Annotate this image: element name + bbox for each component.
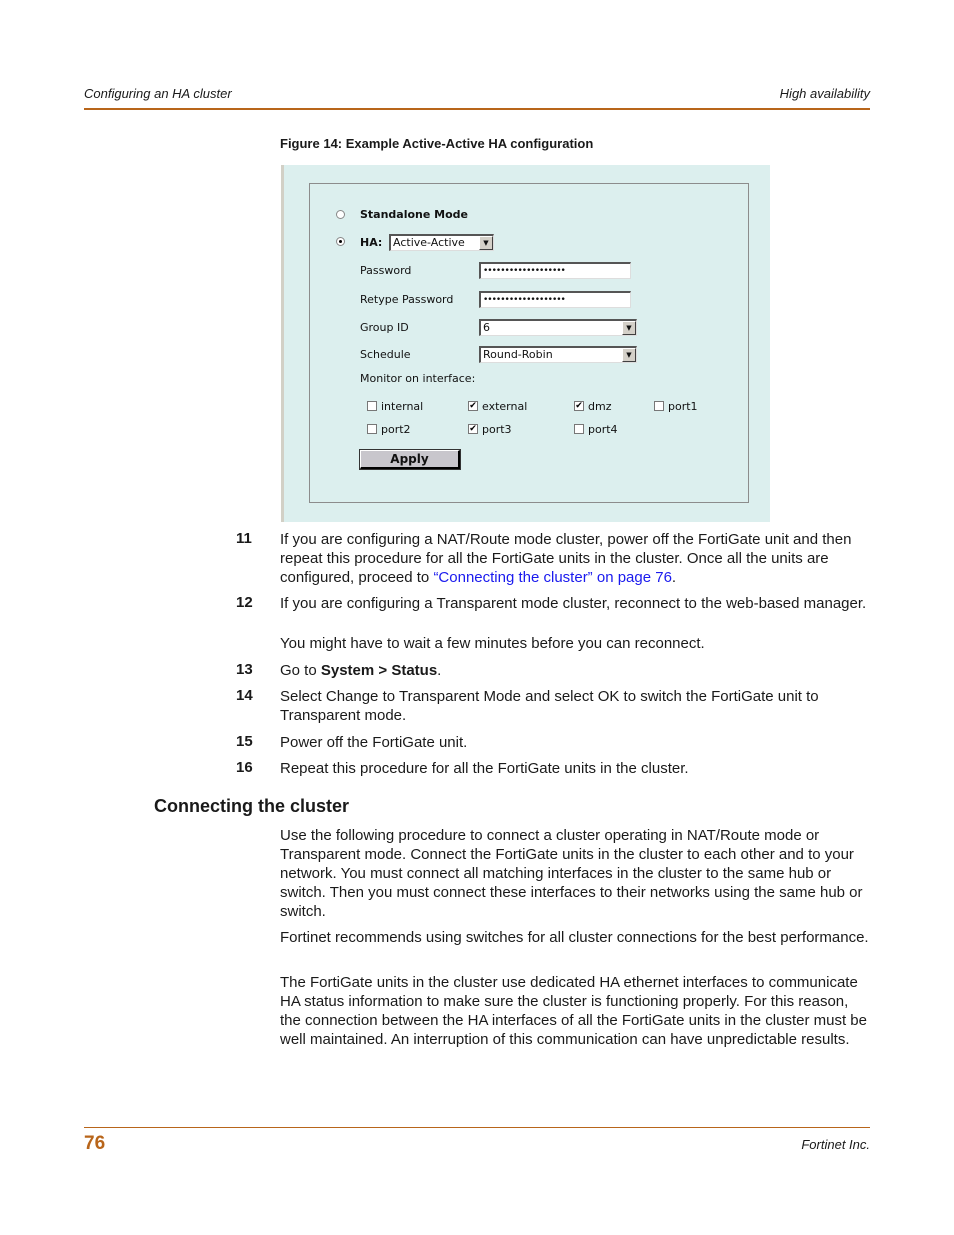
header-rule xyxy=(84,108,870,110)
chevron-down-icon[interactable]: ▼ xyxy=(479,236,493,250)
dmz-checkbox[interactable]: ✔ xyxy=(574,401,584,411)
running-header-right: High availability xyxy=(779,86,870,101)
section-paragraph: Use the following procedure to connect a… xyxy=(280,827,863,920)
page-number: 76 xyxy=(84,1133,106,1154)
section-title: Connecting the cluster xyxy=(154,796,350,816)
step-16-text: Repeat this procedure for all the FortiG… xyxy=(280,760,689,777)
step-text-part: Go to xyxy=(280,662,321,679)
connecting-cluster-link[interactable]: “Connecting the cluster” on page 76 xyxy=(433,569,671,586)
standalone-mode-label: Standalone Mode xyxy=(360,208,469,221)
ha-mode-select[interactable]: Active-Active ▼ xyxy=(389,234,494,251)
step-15-text: Power off the FortiGate unit. xyxy=(280,734,468,751)
step-12-note: You might have to wait a few minutes bef… xyxy=(280,635,705,652)
standalone-mode-radio[interactable] xyxy=(336,210,345,219)
step-number: 16 xyxy=(236,759,253,776)
schedule-value: Round-Robin xyxy=(483,348,553,361)
ha-config-screenshot: Standalone Mode HA: Active-Active ▼ Pass… xyxy=(281,165,770,522)
step-number: 14 xyxy=(236,687,253,704)
port4-label: port4 xyxy=(588,423,618,436)
step-12-text: If you are configuring a Transparent mod… xyxy=(280,595,867,612)
dmz-label: dmz xyxy=(588,400,612,413)
figure-caption: Figure 14: Example Active-Active HA conf… xyxy=(280,136,594,151)
step-text-part: . xyxy=(437,662,442,679)
port4-checkbox[interactable] xyxy=(574,424,584,434)
step-number: 15 xyxy=(236,733,253,750)
external-checkbox[interactable]: ✔ xyxy=(468,401,478,411)
section-paragraph: Fortinet recommends using switches for a… xyxy=(280,929,869,946)
port2-checkbox[interactable] xyxy=(367,424,377,434)
step-11-text: If you are configuring a NAT/Route mode … xyxy=(280,530,872,587)
group-id-select[interactable]: 6 ▼ xyxy=(479,319,637,336)
schedule-select[interactable]: Round-Robin ▼ xyxy=(479,346,637,363)
chevron-down-icon[interactable]: ▼ xyxy=(622,321,636,335)
internal-checkbox[interactable] xyxy=(367,401,377,411)
retype-password-label: Retype Password xyxy=(360,293,454,306)
port3-label: port3 xyxy=(482,423,512,436)
group-id-label: Group ID xyxy=(360,321,409,334)
internal-label: internal xyxy=(381,400,424,413)
ha-config-panel: Standalone Mode HA: Active-Active ▼ Pass… xyxy=(309,183,749,503)
step-number: 12 xyxy=(236,594,253,611)
step-13-text: Go to System > Status. xyxy=(280,661,872,680)
step-number: 13 xyxy=(236,661,253,678)
ha-mode-radio[interactable] xyxy=(336,237,345,246)
step-text-part: . xyxy=(671,569,677,586)
port1-label: port1 xyxy=(668,400,698,413)
step-number: 11 xyxy=(236,530,252,547)
ha-mode-value: Active-Active xyxy=(393,236,465,249)
port1-checkbox[interactable] xyxy=(654,401,664,411)
external-label: external xyxy=(482,400,528,413)
group-id-value: 6 xyxy=(483,321,490,334)
apply-button[interactable]: Apply xyxy=(359,449,461,470)
password-field[interactable]: ••••••••••••••••••• xyxy=(479,262,631,279)
retype-password-field[interactable]: ••••••••••••••••••• xyxy=(479,291,631,308)
running-header-left: Configuring an HA cluster xyxy=(84,86,232,101)
step-14-text: Select Change to Transparent Mode and se… xyxy=(280,688,819,724)
chevron-down-icon[interactable]: ▼ xyxy=(622,348,636,362)
ha-label: HA: xyxy=(360,236,383,249)
footer-company: Fortinet Inc. xyxy=(801,1137,870,1152)
port3-checkbox[interactable]: ✔ xyxy=(468,424,478,434)
monitor-interface-label: Monitor on interface: xyxy=(360,372,476,385)
footer-rule xyxy=(84,1127,870,1128)
menu-path: System > Status xyxy=(320,662,438,679)
section-paragraph: The FortiGate units in the cluster use d… xyxy=(280,974,867,1048)
password-label: Password xyxy=(360,264,412,277)
schedule-label: Schedule xyxy=(360,348,411,361)
port2-label: port2 xyxy=(381,423,411,436)
